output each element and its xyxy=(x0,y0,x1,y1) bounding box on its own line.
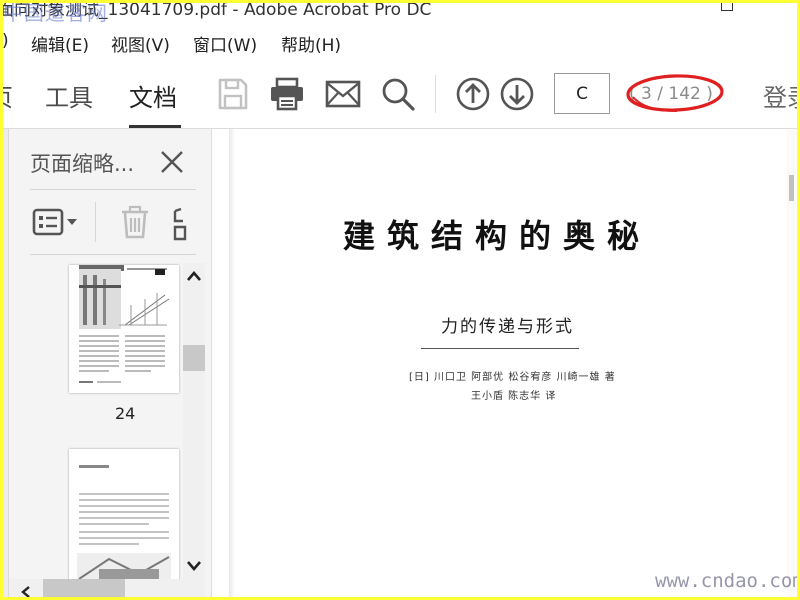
print-icon[interactable] xyxy=(269,77,305,111)
menu-help[interactable]: 帮助(H) xyxy=(281,31,341,56)
chevron-down-icon[interactable] xyxy=(186,557,202,576)
page-thumbnails-panel: 页面缩略... 24 xyxy=(3,129,212,597)
book-translators: 王小盾 陈志华 译 xyxy=(471,391,557,402)
title-rule xyxy=(421,348,579,349)
page-thumbnail-25[interactable] xyxy=(69,449,179,579)
active-tab-indicator xyxy=(129,125,181,128)
book-authors: [日] 川口卫 阿部优 松谷宥彦 川崎一雄 著 xyxy=(409,372,616,383)
panel-toolbar-separator xyxy=(95,202,96,242)
watermark-bottom: www.cndao.com xyxy=(655,570,797,592)
book-subtitle: 力的传递与形式 xyxy=(441,317,574,337)
chevron-left-icon[interactable] xyxy=(21,583,31,597)
menu-file-partial[interactable]: ) xyxy=(3,31,9,51)
panel-divider-2 xyxy=(30,254,196,255)
book-title: 建筑结构的奥秘 xyxy=(343,217,652,255)
page-edge-shadow xyxy=(229,129,235,597)
thumbnail-horizontal-scrollbar[interactable] xyxy=(9,579,205,597)
document-scrollbar-thumb[interactable] xyxy=(789,175,794,201)
toolbar-separator xyxy=(435,75,436,113)
chevron-up-icon[interactable] xyxy=(186,267,202,286)
tab-document[interactable]: 文档 xyxy=(129,78,177,113)
menu-window[interactable]: 窗口(W) xyxy=(193,31,257,56)
main-toolbar: 页 工具 文档 xyxy=(3,59,797,129)
page-number-input[interactable] xyxy=(554,73,610,114)
tab-home[interactable]: 页 xyxy=(3,78,13,113)
document-vertical-scrollbar[interactable] xyxy=(787,129,797,597)
thumbnail-page-label: 24 xyxy=(115,404,136,423)
email-icon[interactable] xyxy=(325,80,361,108)
red-highlight-ellipse xyxy=(625,71,727,119)
search-icon[interactable] xyxy=(381,77,415,111)
arrow-down-circle-icon[interactable] xyxy=(499,76,535,112)
arrow-up-circle-icon[interactable] xyxy=(455,76,491,112)
save-icon[interactable] xyxy=(217,77,249,111)
close-icon[interactable] xyxy=(159,149,185,179)
tab-tools[interactable]: 工具 xyxy=(45,78,93,113)
document-view[interactable]: 建筑结构的奥秘 力的传递与形式 [日] 川口卫 阿部优 松谷宥彦 川崎一雄 著 … xyxy=(213,129,797,597)
panel-divider xyxy=(30,189,196,190)
scrollbar-thumb-horizontal[interactable] xyxy=(43,579,125,597)
page-thumbnail-24[interactable] xyxy=(69,265,179,393)
trash-icon[interactable] xyxy=(120,205,150,243)
panel-title: 页面缩略... xyxy=(30,152,135,176)
login-button[interactable]: 登录 xyxy=(763,78,797,113)
maximize-icon[interactable] xyxy=(721,3,733,11)
watermark-top: 中国道客网 xyxy=(3,3,108,25)
thumbnail-list: 24 xyxy=(9,263,183,579)
thumbnail-options-icon[interactable] xyxy=(32,207,80,241)
thumbnail-vertical-scrollbar[interactable] xyxy=(183,263,205,579)
title-bar: 面向对象测试_13041709.pdf - Adobe Acrobat Pro … xyxy=(3,3,797,25)
menu-edit[interactable]: 编辑(E) xyxy=(31,31,89,56)
scrollbar-thumb[interactable] xyxy=(183,345,205,371)
menu-view[interactable]: 视图(V) xyxy=(111,31,170,56)
menu-bar: ) 编辑(E) 视图(V) 窗口(W) 帮助(H) xyxy=(3,25,797,59)
more-options-icon[interactable] xyxy=(171,207,196,241)
app-window: 面向对象测试_13041709.pdf - Adobe Acrobat Pro … xyxy=(3,3,797,597)
